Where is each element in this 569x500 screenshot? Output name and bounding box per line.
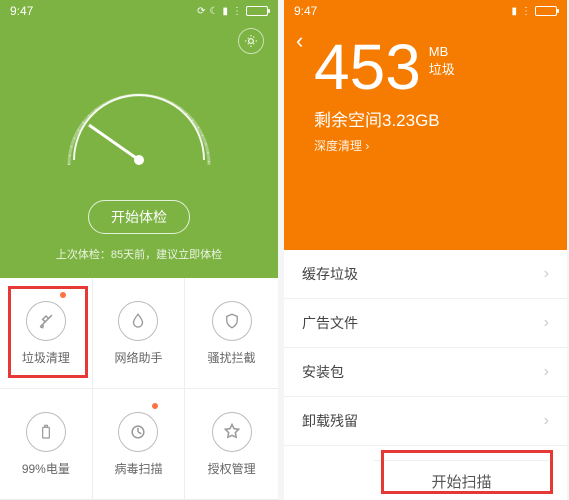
status-time: 9:47 [294,4,317,18]
free-space-text: 剩余空间3.23GB [284,106,567,131]
moon-icon: ☾ [210,6,219,17]
security-center-screen: 9:47 ⟳ ☾ ▮ ⋮ 开始体检 [0,0,278,500]
cell-permissions[interactable]: 授权管理 [185,389,278,500]
row-label: 缓存垃圾 [302,264,358,284]
cell-network[interactable]: 网络助手 [93,278,186,389]
cell-trash-clean[interactable]: 垃圾清理 [0,278,93,389]
status-icons: ⟳ ☾ ▮ ⋮ [197,6,268,17]
back-button[interactable]: ‹ [296,28,303,54]
gear-icon [244,34,258,48]
cell-block[interactable]: 骚扰拦截 [185,278,278,389]
wifi-icon: ⋮ [232,6,242,17]
cell-label: 授权管理 [208,460,256,477]
chevron-right-icon: › [544,314,549,332]
cell-label: 骚扰拦截 [208,349,256,366]
signal-icon: ▮ [511,6,517,17]
chevron-right-icon: › [544,265,549,283]
chevron-right-icon: › [544,412,549,430]
status-bar: 9:47 ▮ ⋮ [284,0,567,22]
notification-dot [152,403,158,409]
cell-battery[interactable]: 99%电量 [0,389,93,500]
shield-icon [212,301,252,341]
drop-icon [118,301,158,341]
signal-icon: ▮ [222,6,228,17]
status-time: 9:47 [10,4,33,18]
trash-summary-panel: ‹ 453 MB 垃圾 剩余空间3.23GB 深度清理 › [284,0,567,250]
brush-icon [26,301,66,341]
gauge-panel: 开始体检 上次体检：85天前，建议立即体检 [0,0,278,278]
battery-icon [26,412,66,452]
cell-label: 网络助手 [114,349,162,366]
chevron-right-icon: › [544,363,549,381]
cell-virus[interactable]: 病毒扫描 [93,389,186,500]
start-check-button[interactable]: 开始体检 [88,200,190,234]
deep-clean-link[interactable]: 深度清理 › [284,137,567,154]
gauge-meter [49,45,229,185]
trash-size-number: 453 [314,30,421,104]
row-residual[interactable]: 卸载残留 › [284,397,567,446]
category-list: 缓存垃圾 › 广告文件 › 安装包 › 卸载残留 › [284,250,567,446]
status-bar: 9:47 ⟳ ☾ ▮ ⋮ [0,0,278,22]
cell-label: 病毒扫描 [114,460,162,477]
row-label: 安装包 [302,362,344,382]
status-icons: ▮ ⋮ [511,6,557,17]
star-icon [212,412,252,452]
battery-icon [535,6,557,16]
chevron-right-icon: › [365,139,369,153]
sync-icon: ⟳ [197,6,205,17]
notification-dot [60,292,66,298]
cleaner-screen: 9:47 ▮ ⋮ ‹ 453 MB 垃圾 剩余空间3.23GB 深度清理 › 缓… [284,0,567,500]
cell-label: 99%电量 [22,460,70,477]
feature-grid: 垃圾清理 网络助手 骚扰拦截 99%电量 病毒扫描 授权管理 [0,278,278,500]
last-check-text: 上次体检：85天前，建议立即体检 [0,246,278,262]
trash-unit: MB [429,44,455,59]
row-ads[interactable]: 广告文件 › [284,299,567,348]
battery-icon [246,6,268,16]
settings-button[interactable] [238,28,264,54]
wifi-icon: ⋮ [521,6,531,17]
scan-icon [118,412,158,452]
cell-label: 垃圾清理 [22,349,70,366]
row-label: 卸载残留 [302,411,358,431]
row-label: 广告文件 [302,313,358,333]
start-scan-button[interactable]: 开始扫描 [374,460,549,500]
row-cache[interactable]: 缓存垃圾 › [284,250,567,299]
row-apk[interactable]: 安装包 › [284,348,567,397]
trash-unit-sub: 垃圾 [429,59,455,78]
